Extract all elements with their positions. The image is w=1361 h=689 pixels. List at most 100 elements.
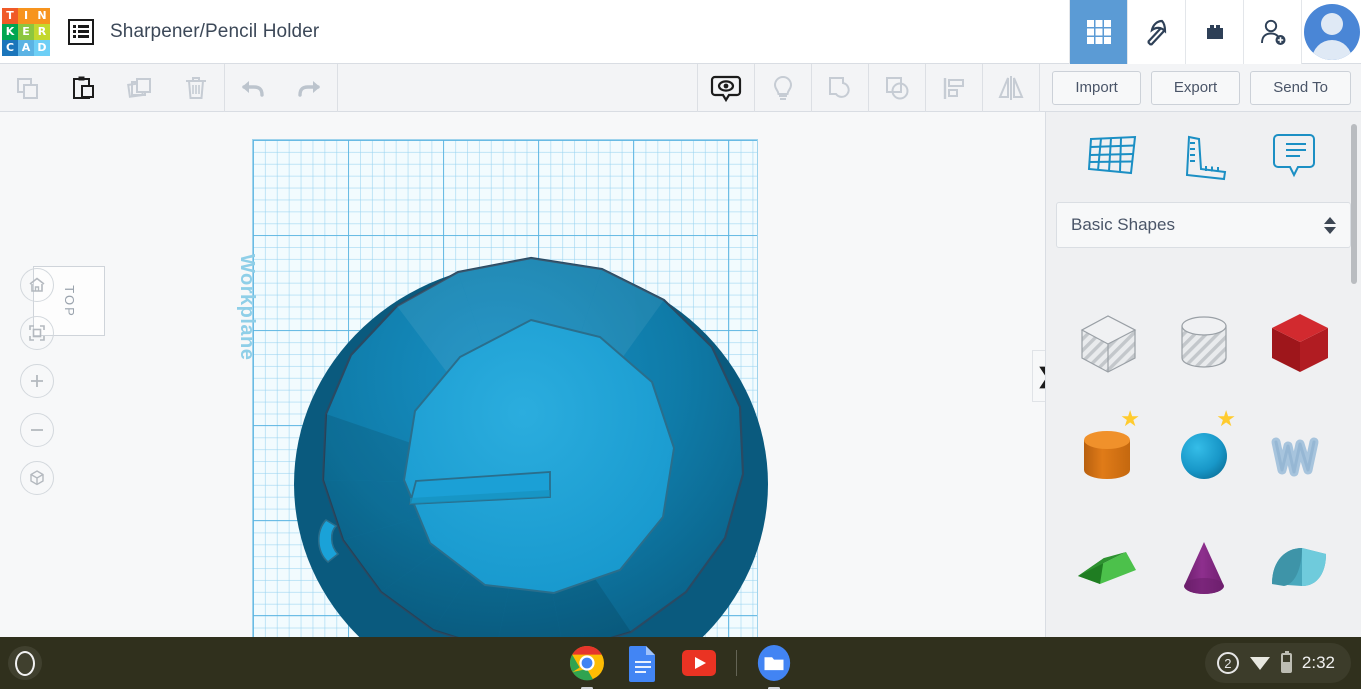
shape-library-select[interactable]: Basic Shapes <box>1056 202 1351 248</box>
youtube-icon <box>682 650 716 676</box>
minecraft-button[interactable] <box>1127 0 1185 64</box>
clock-label: 2:32 <box>1301 653 1335 672</box>
shapes-scrollbar[interactable] <box>1351 124 1357 284</box>
shape-item-sphere[interactable]: ★ <box>1156 398 1252 510</box>
system-tray[interactable]: 2 2:32 <box>1204 643 1351 683</box>
show-hide-eye-icon <box>711 75 742 102</box>
half-cylinder-shape-icon <box>1272 548 1326 586</box>
shelf-app-group <box>551 644 811 689</box>
chrome-app-button[interactable] <box>568 644 606 689</box>
ungroup-icon <box>886 76 909 99</box>
zoom-out-icon <box>31 429 43 431</box>
workplane-label: Workplane <box>236 254 258 361</box>
blocks-button[interactable] <box>1185 0 1243 64</box>
battery-icon <box>1280 651 1292 673</box>
cylinder-hole-shape-icon <box>1181 316 1227 368</box>
home-view-button[interactable] <box>20 268 54 302</box>
shape-item-roof[interactable] <box>1060 510 1156 622</box>
undo-button[interactable] <box>225 64 281 112</box>
lightbulb-icon <box>774 75 793 100</box>
google-docs-app-button[interactable] <box>624 644 662 682</box>
logo-letter-e: E <box>18 23 34 40</box>
design-canvas[interactable]: Workplane TOP <box>0 112 1045 637</box>
copy-button[interactable] <box>0 64 56 112</box>
shape-list: ★ ★ <box>1046 272 1361 637</box>
google-docs-icon <box>629 646 655 682</box>
center-divider-6 <box>1039 63 1041 112</box>
fit-to-view-button[interactable] <box>20 316 54 350</box>
tinkercad-logo[interactable]: T I N K E R C A D <box>2 7 50 56</box>
shape-item-scribble[interactable] <box>1252 398 1348 510</box>
redo-button[interactable] <box>281 64 337 112</box>
hint-button[interactable] <box>755 64 811 112</box>
duplicate-button[interactable] <box>112 64 168 112</box>
shelf-divider <box>736 650 737 676</box>
shape-item-cone[interactable] <box>1156 510 1252 622</box>
document-list-icon[interactable] <box>68 18 94 45</box>
logo-letter-n: N <box>34 7 50 24</box>
notes-button[interactable] <box>1264 127 1324 187</box>
group-button[interactable] <box>812 64 868 112</box>
designs-grid-button[interactable] <box>1069 0 1127 64</box>
user-avatar-button[interactable] <box>1301 0 1361 64</box>
zoom-out-button[interactable] <box>20 413 54 447</box>
delete-button[interactable] <box>168 64 224 112</box>
starred-badge-icon: ★ <box>1120 406 1140 431</box>
starred-badge-icon-2: ★ <box>1216 406 1236 431</box>
import-button[interactable]: Import <box>1052 70 1141 105</box>
group-icon <box>829 76 850 98</box>
notification-count-badge: 2 <box>1216 652 1239 674</box>
redo-icon <box>298 80 320 97</box>
top-bar: T I N K E R C A D Sharpener/Pencil Holde… <box>0 0 1361 64</box>
show-hide-button[interactable] <box>698 64 754 112</box>
roof-shape-icon <box>1078 552 1136 584</box>
files-app-button[interactable] <box>755 644 793 689</box>
align-icon <box>944 77 965 99</box>
add-person-icon <box>1260 19 1285 45</box>
logo-letter-r: R <box>34 23 50 40</box>
minecraft-pickaxe-icon <box>1146 19 1166 46</box>
paste-button[interactable] <box>56 64 112 112</box>
zoom-in-button[interactable] <box>20 364 54 398</box>
shape-library-value: Basic Shapes <box>1071 215 1175 234</box>
logo-letter-d: D <box>34 39 50 56</box>
header-icon-group <box>1069 0 1361 64</box>
paste-icon <box>73 76 94 99</box>
workplane-button[interactable] <box>1083 127 1143 187</box>
mirror-button[interactable] <box>983 64 1039 112</box>
copy-icon <box>17 77 38 99</box>
tinkercad-app: T I N K E R C A D Sharpener/Pencil Holde… <box>0 0 1361 689</box>
launcher-button[interactable] <box>8 646 42 680</box>
lego-brick-icon <box>1206 24 1223 39</box>
send-to-button[interactable]: Send To <box>1250 70 1351 105</box>
export-button[interactable]: Export <box>1150 70 1241 105</box>
align-button[interactable] <box>926 64 982 112</box>
notes-icon <box>1272 134 1315 178</box>
view-cube-face-label: TOP <box>61 284 77 318</box>
logo-letter-c: C <box>2 39 18 56</box>
shape-item-box[interactable] <box>1252 286 1348 398</box>
youtube-app-button[interactable] <box>680 644 718 682</box>
box-shape-icon <box>1272 314 1328 372</box>
invite-button[interactable] <box>1243 0 1301 64</box>
sharpener-pencil-holder-model[interactable] <box>288 242 778 637</box>
ortho-perspective-button[interactable] <box>20 461 54 495</box>
page-title: Sharpener/Pencil Holder <box>110 20 320 42</box>
chrome-icon <box>569 646 604 681</box>
panel-mode-icons <box>1046 112 1361 202</box>
shape-item-box-hole[interactable] <box>1060 286 1156 398</box>
edit-toolbar: Import Export Send To <box>0 63 1361 112</box>
shape-item-cylinder[interactable]: ★ <box>1060 398 1156 510</box>
undo-icon <box>242 80 264 97</box>
shape-item-half-cylinder[interactable] <box>1252 510 1348 622</box>
shape-item-cylinder-hole[interactable] <box>1156 286 1252 398</box>
scribble-shape-icon <box>1271 437 1319 477</box>
duplicate-icon <box>127 77 151 98</box>
wifi-icon <box>1249 657 1270 670</box>
logo-letter-a: A <box>18 39 34 56</box>
logo-letter-k: K <box>2 23 18 40</box>
ungroup-button[interactable] <box>869 64 925 112</box>
ruler-button[interactable] <box>1173 127 1233 187</box>
logo-letter-t: T <box>2 7 18 24</box>
ruler-icon <box>1186 135 1227 181</box>
